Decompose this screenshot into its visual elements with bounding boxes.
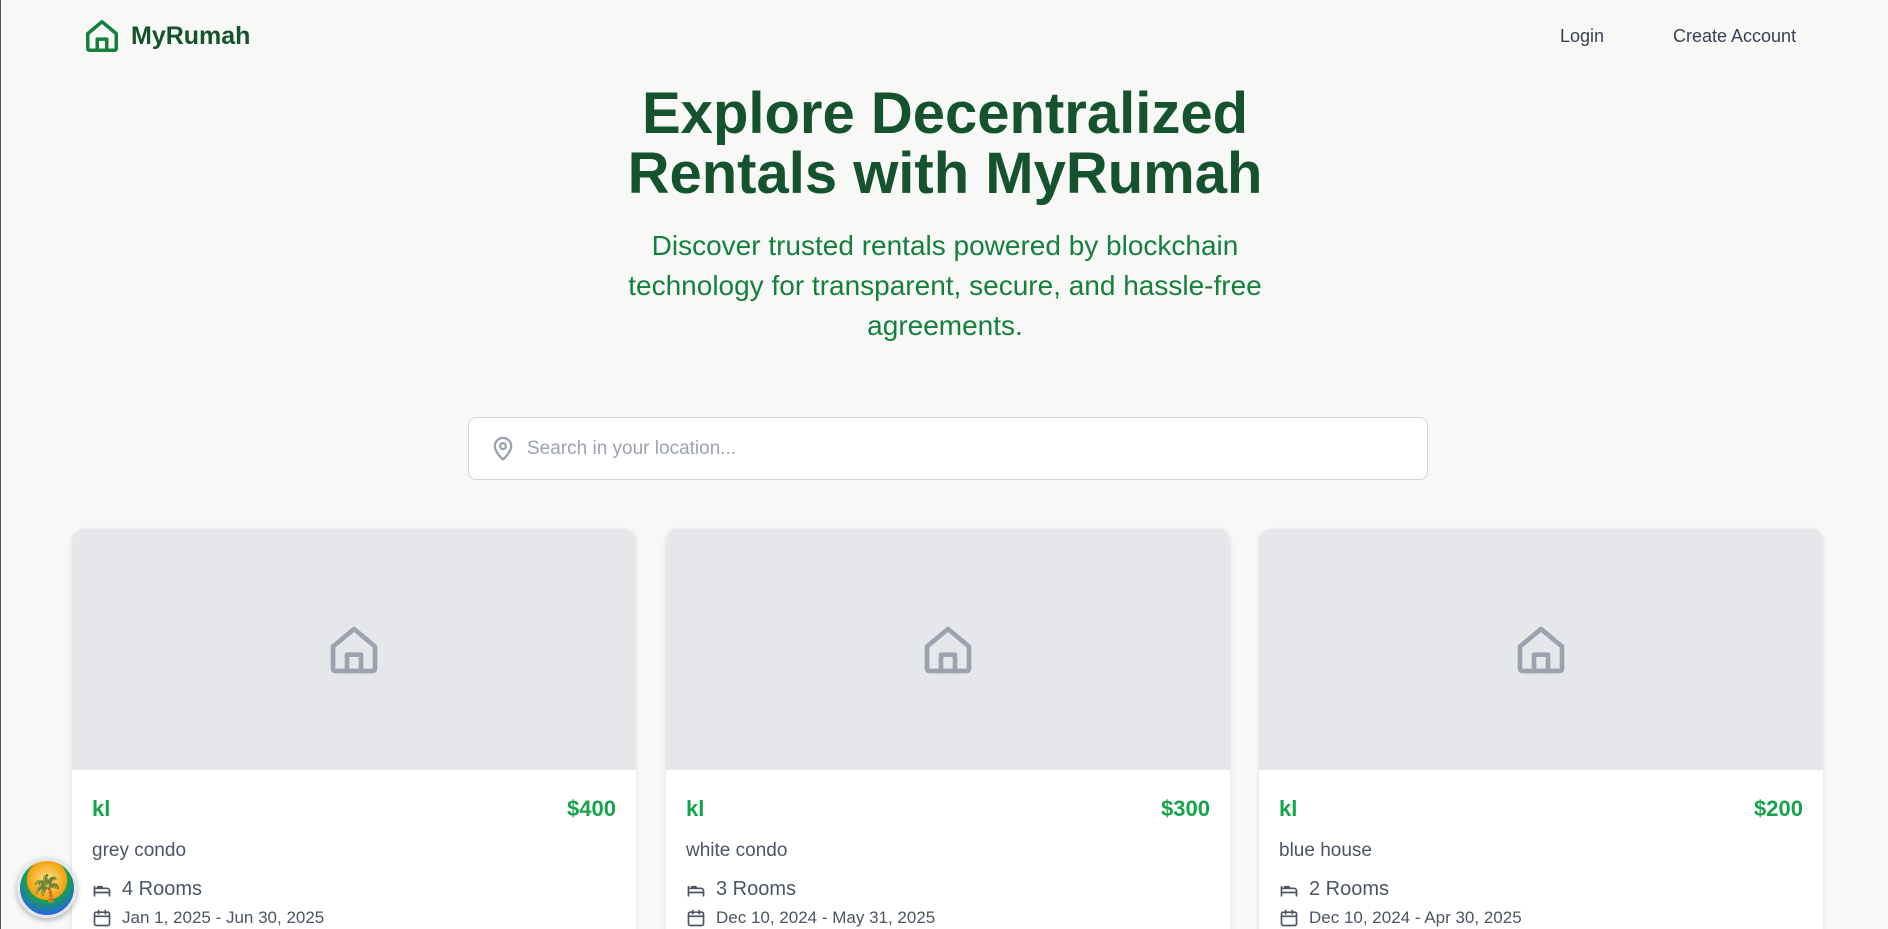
top-nav: MyRumah Login Create Account xyxy=(1,0,1888,76)
calendar-icon xyxy=(1280,909,1298,927)
listing-price: $300 xyxy=(1161,796,1210,821)
listing-dates-text: Dec 10, 2024 - Apr 30, 2025 xyxy=(1309,908,1522,927)
listing-dates-text: Jan 1, 2025 - Jun 30, 2025 xyxy=(122,908,325,927)
search-bar xyxy=(468,417,1428,480)
calendar-icon xyxy=(687,909,705,927)
calendar-icon xyxy=(93,909,111,927)
listing-dates: Dec 10, 2024 - Apr 30, 2025 xyxy=(1279,908,1522,928)
hero-title: Explore Decentralized Rentals with MyRum… xyxy=(1,84,1888,204)
bed-icon xyxy=(93,885,111,897)
listing-rooms-text: 3 Rooms xyxy=(716,878,797,900)
listing-rooms: 2 Rooms xyxy=(1279,878,1389,901)
listing-price: $400 xyxy=(567,796,616,821)
bed-icon xyxy=(687,885,705,897)
listing-image-placeholder xyxy=(1259,529,1823,770)
map-pin-icon xyxy=(493,436,513,461)
listing-location: kl xyxy=(686,796,705,821)
listing-card[interactable]: kl $400 grey condo 4 Rooms Jan 1, 2025 -… xyxy=(72,529,636,929)
brand-name: MyRumah xyxy=(131,21,251,50)
hero-title-line-1: Explore Decentralized xyxy=(642,81,1248,146)
create-account-link[interactable]: Create Account xyxy=(1673,26,1796,47)
listing-image-placeholder xyxy=(72,529,636,770)
listing-location: kl xyxy=(1279,796,1298,821)
listing-rooms-text: 4 Rooms xyxy=(122,878,203,900)
listing-rooms: 3 Rooms xyxy=(686,878,796,901)
listing-card[interactable]: kl $200 blue house 2 Rooms Dec 10, 2024 … xyxy=(1259,529,1823,929)
listing-price: $200 xyxy=(1754,796,1803,821)
listing-card[interactable]: kl $300 white condo 3 Rooms Dec 10, 2024… xyxy=(666,529,1230,929)
house-icon xyxy=(924,626,972,673)
listing-title: grey condo xyxy=(92,840,187,861)
house-icon xyxy=(1517,626,1565,673)
search-input[interactable] xyxy=(527,437,1387,460)
listing-title: white condo xyxy=(686,840,788,861)
listing-title: blue house xyxy=(1279,840,1372,861)
login-link[interactable]: Login xyxy=(1560,26,1604,47)
hero-title-line-2: Rentals with MyRumah xyxy=(627,141,1263,206)
brand-logo[interactable]: MyRumah xyxy=(83,17,250,55)
listing-rooms: 4 Rooms xyxy=(92,878,202,901)
house-icon xyxy=(330,626,378,673)
listing-location: kl xyxy=(92,796,111,821)
beach-avatar-icon[interactable]: 🌴 xyxy=(17,858,77,918)
listing-image-placeholder xyxy=(666,529,1230,770)
house-icon xyxy=(86,20,118,52)
hero-subtitle: Discover trusted rentals powered by bloc… xyxy=(628,230,1262,341)
listing-dates: Dec 10, 2024 - May 31, 2025 xyxy=(686,908,935,928)
listing-dates: Jan 1, 2025 - Jun 30, 2025 xyxy=(92,908,324,928)
listing-rooms-text: 2 Rooms xyxy=(1309,878,1390,900)
listing-dates-text: Dec 10, 2024 - May 31, 2025 xyxy=(716,908,936,927)
bed-icon xyxy=(1280,885,1298,897)
